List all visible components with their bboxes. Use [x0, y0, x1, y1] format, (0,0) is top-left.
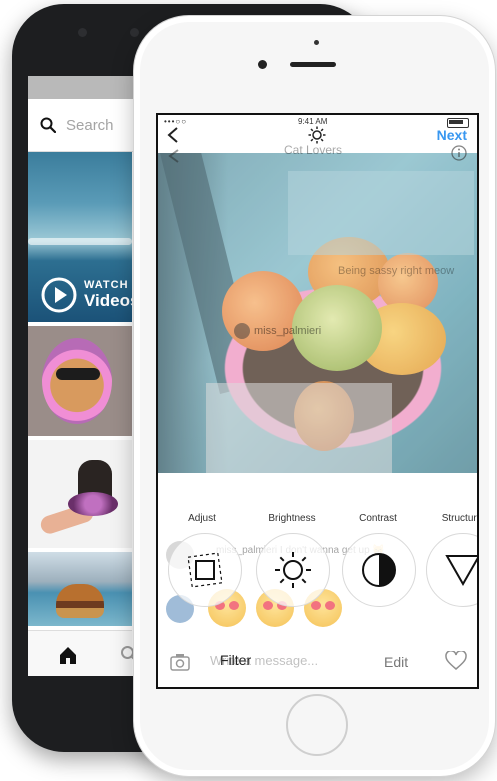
watch-videos-link[interactable]: WATCH Videos	[40, 276, 132, 314]
structure-tool-button[interactable]	[426, 533, 477, 607]
ghost-username: miss_palmieri	[254, 325, 322, 337]
front-phone: Cat Lovers Being sassy right meow miss_p…	[133, 15, 496, 777]
signal-indicator: •••○○	[164, 117, 188, 126]
brightness-tool-button[interactable]	[256, 533, 330, 607]
heart-icon	[445, 651, 467, 670]
search-input[interactable]: Search	[66, 117, 114, 134]
cat-sticker	[42, 338, 112, 424]
contrast-icon	[362, 553, 396, 587]
home-button[interactable]	[286, 694, 348, 756]
back-phone-sensor	[78, 28, 87, 37]
front-phone-speaker	[290, 62, 336, 67]
ghost-chat-message: Being sassy right meow	[338, 265, 455, 277]
explore-photo-beach[interactable]	[28, 552, 132, 626]
tool-label-contrast: Contrast	[359, 513, 397, 524]
next-button[interactable]: Next	[437, 127, 467, 143]
editor-screen: Cat Lovers Being sassy right meow miss_p…	[156, 113, 479, 689]
brightness-icon	[308, 126, 326, 144]
tool-label-adjust: Adjust	[188, 513, 216, 524]
back-arrow-icon[interactable]	[166, 127, 180, 143]
tool-label-brightness: Brightness	[268, 513, 316, 524]
tab-edit[interactable]: Edit	[384, 654, 408, 670]
explore-photo-dog[interactable]	[28, 440, 132, 548]
front-phone-sensor	[314, 40, 319, 45]
search-icon	[40, 117, 56, 133]
photo-preview[interactable]	[158, 153, 477, 473]
back-phone-camera	[130, 28, 139, 37]
ghost-chat-user: miss_palmieri	[234, 323, 321, 339]
info-icon	[451, 145, 467, 161]
explore-photo-cat[interactable]	[28, 326, 132, 436]
ghost-avatar	[234, 323, 250, 339]
home-icon[interactable]	[58, 645, 78, 665]
burger-image	[56, 584, 104, 618]
ghost-chat-title: Cat Lovers	[284, 143, 343, 157]
ocean-wave	[28, 238, 132, 245]
back-tab-bar	[28, 630, 138, 676]
photo-tint	[158, 153, 477, 473]
structure-icon	[445, 555, 477, 587]
adjust-tool-button[interactable]	[168, 533, 242, 607]
camera-icon	[170, 654, 190, 671]
ghost-back-arrow-icon	[168, 149, 179, 163]
dog-tutu	[68, 492, 118, 516]
video-tile[interactable]: WATCH Videos	[28, 152, 132, 322]
adjust-icon	[187, 552, 223, 588]
front-phone-camera	[258, 60, 267, 69]
cat-sunglasses	[56, 368, 100, 380]
brightness-icon	[275, 552, 311, 588]
status-time: 9:41 AM	[298, 117, 328, 126]
tool-label-structure: Structure	[441, 513, 479, 524]
videos-label: Videos	[84, 290, 132, 310]
tab-filter[interactable]: Filter	[220, 652, 251, 668]
play-icon	[41, 277, 77, 313]
contrast-tool-button[interactable]	[342, 533, 416, 607]
